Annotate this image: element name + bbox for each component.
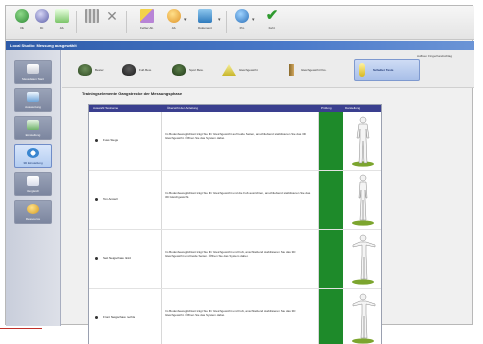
document-icon <box>198 9 212 23</box>
body-figure-icon <box>352 174 374 226</box>
tab-fuss-bew[interactable]: Fuß Bew. <box>122 63 162 79</box>
sidebar-item-ressource[interactable]: Ressource <box>14 200 52 224</box>
toolbar-button-document[interactable]: Dokument <box>192 9 218 37</box>
settings-icon <box>27 120 39 130</box>
column-header-name: Auswahl Testname <box>93 106 119 110</box>
rotate-icon <box>27 148 39 158</box>
toolbar-button-arrow[interactable]: Ab. <box>164 9 184 37</box>
toolbar-button-grid[interactable] <box>82 9 102 37</box>
row-test-name: Ton Anstell <box>103 197 118 201</box>
body-figure-icon <box>352 293 376 344</box>
person-icon <box>359 63 365 77</box>
table-row[interactable]: Ton Anstell Im Bodenbeweglichkeit trägt … <box>89 171 381 230</box>
toolbar-button-check[interactable]: ✔ Fehl. <box>262 7 282 37</box>
table-row[interactable]: Fuss Stegs Im Bodenbeweglichkeit trägt S… <box>89 112 381 171</box>
table-header: Auswahl Testname Übersicht der Anleitung… <box>89 105 381 112</box>
foot-icon <box>172 64 186 76</box>
toolbar-button-person[interactable]: Pro <box>232 9 252 37</box>
toolbar-separator <box>126 11 127 33</box>
start-icon <box>27 64 39 74</box>
window-title: Local Studio: Messung ausgewählt <box>10 43 77 48</box>
body-figure-icon <box>352 234 376 285</box>
sidebar-item-auswertung[interactable]: Auswertung <box>14 88 52 112</box>
sidebar-item-einstellung[interactable]: Einstellung <box>14 116 52 140</box>
sidebar-item-vergleich[interactable]: Vergleich <box>14 172 52 196</box>
row-bullet <box>95 257 98 260</box>
row-description: Im Bodenbeweglichkeit trägt Sie Ihr Glei… <box>165 250 296 258</box>
toolbar-button-close[interactable]: ✕ <box>102 9 122 37</box>
row-test-name: Seit Neigschaw. linkz <box>103 256 132 260</box>
toolbar-button-search[interactable]: Dr. <box>32 9 52 37</box>
tab-bester[interactable]: Bester <box>78 63 114 79</box>
chevron-down-icon[interactable]: ▾ <box>252 17 255 23</box>
test-table: Auswahl Testname Übersicht der Anleitung… <box>88 104 382 344</box>
resource-icon <box>27 204 39 214</box>
close-icon: ✕ <box>106 8 118 24</box>
config-subtitle: Aufbau: Fingerhandschlag <box>416 54 452 58</box>
sidebar-item-3d[interactable]: 3D Einstellung <box>14 144 52 168</box>
ruler-icon <box>289 64 294 76</box>
sidebar-item-start[interactable]: Messdaten Start <box>14 60 52 84</box>
tab-gleichgewicht-pos[interactable]: Gleichgewicht Pos. <box>284 63 340 79</box>
toolbar-button-figure[interactable]: Ab. <box>52 9 72 37</box>
tab-schulter-tests[interactable]: Schulter Tests <box>354 59 420 81</box>
grid-icon <box>85 9 99 23</box>
toolbar-separator <box>226 11 227 33</box>
sidebar: Messdaten Start Auswertung Einstellung 3… <box>6 50 61 326</box>
toolbar-separator <box>76 11 77 33</box>
globe-icon <box>15 9 29 23</box>
foot-icon <box>78 64 92 76</box>
column-header-check: Prüfung <box>321 106 332 110</box>
compare-icon <box>27 176 39 186</box>
row-bullet <box>95 139 98 142</box>
balance-icon <box>222 64 236 76</box>
chevron-down-icon[interactable]: ▾ <box>218 17 221 23</box>
divider-line <box>0 328 42 329</box>
test-tab-row: Bester Fuß Bew. Sport Bew. Gleichgewicht… <box>62 50 474 88</box>
row-bullet <box>95 316 98 319</box>
figure-icon <box>55 9 69 23</box>
arrow-icon <box>167 9 181 23</box>
row-description: Im Bodenbeweglichkeit trägt Sie Ihr Glei… <box>165 132 306 140</box>
foot-icon <box>122 64 136 76</box>
pencil-icon <box>140 9 154 23</box>
toolbar-button-edit[interactable]: Fehler Ab. <box>134 9 160 37</box>
magnifier-icon <box>35 9 49 23</box>
window-title-bar: Local Studio: Messung ausgewählt <box>6 41 474 50</box>
app-window: Ok Dr. Ab. ✕ Fehler Ab. Ab. ▾ Dokument ▾… <box>5 5 474 344</box>
row-test-name: Fuss Stegs <box>103 138 119 142</box>
tab-gleichgewicht[interactable]: Gleichgewicht <box>222 63 272 79</box>
chart-icon <box>27 92 39 102</box>
row-test-name: Front Neigschaw. rechts <box>103 315 136 319</box>
toolbar: Ok Dr. Ab. ✕ Fehler Ab. Ab. ▾ Dokument ▾… <box>6 6 474 40</box>
check-icon: ✔ <box>265 7 279 24</box>
table-row[interactable]: Front Neigschaw. rechts Im Bodenbeweglic… <box>89 289 381 344</box>
person-icon <box>235 9 249 23</box>
table-row[interactable]: Seit Neigschaw. linkz Im Bodenbeweglichk… <box>89 230 381 289</box>
row-description: Im Bodenbeweglichkeit trägt Sie Ihr Glei… <box>165 309 296 317</box>
toolbar-button-ok[interactable]: Ok <box>12 9 32 37</box>
tab-sport-bew[interactable]: Sport Bew. <box>172 63 214 79</box>
row-bullet <box>95 198 98 201</box>
column-header-description: Übersicht der Anleitung <box>167 106 199 110</box>
body-figure-icon <box>352 116 374 167</box>
chevron-down-icon[interactable]: ▾ <box>184 17 187 23</box>
row-description: Im Bodenbeweglichkeit trägt Sie Ihr Glei… <box>165 191 311 199</box>
column-header-figure: Darstellung <box>345 106 361 110</box>
section-title: Trainingselemente Gangstrecke der Messun… <box>82 91 183 96</box>
